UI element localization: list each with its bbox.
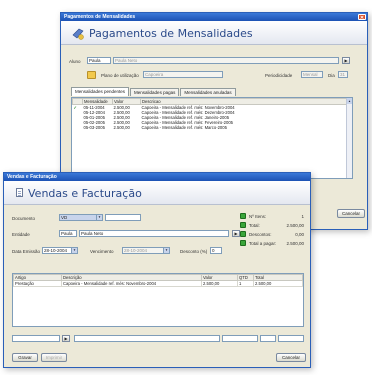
documento-label: Documento [12,216,36,221]
sales-cancel-button[interactable]: Cancelar [276,353,306,362]
entidade-label: Entidade [12,232,30,237]
new-item-total-field[interactable] [278,335,304,342]
payments-titlebar[interactable]: Pagamentos de Mensalidades ✕ [61,13,367,21]
check-cell [73,125,83,130]
total-to-pay-icon [240,240,246,246]
table-row[interactable]: Prestação Capoeira - Mensalidade ref. mé… [13,280,303,287]
sales-items-table: Artigo Descrição Valor QTD Total Prestaç… [13,274,303,287]
entidade-name-field[interactable]: Paula Neto [79,230,229,237]
sales-header: Vendas e Facturação [4,181,310,205]
payments-table: Mensalidade Valor Descricao ✓ 05-11-2004… [72,98,352,130]
total-value: 2.500,00 [286,223,304,228]
table-row[interactable]: 05-03-2005 2.500,00 Capoeira - Mensalida… [73,125,352,130]
discounts-label: Descontos: [249,232,272,237]
aluno-label: Aluno [69,59,81,64]
new-item-artigo-field[interactable] [12,335,60,342]
new-item-valor-field[interactable] [222,335,258,342]
periodicidade-field: Mensal [301,71,323,78]
sales-header-title: Vendas e Facturação [28,187,142,200]
vencimento-field: 28-10-2004 ▼ [122,247,170,254]
data-emissao-label: Data Emissão [12,249,41,254]
discounts-value: 0,00 [295,232,304,237]
row-descricao[interactable]: Capoeira - Mensalidade ref. més: Novembr… [61,280,202,287]
payments-header: Pagamentos de Mensalidades [61,21,367,45]
vencimento-label: Vencimento [90,249,114,254]
items-count-value: 1 [301,214,304,219]
documento-number-field[interactable] [105,214,141,221]
chevron-down-icon[interactable]: ▼ [71,248,77,253]
desconto-label: Desconto (%) [180,249,208,254]
payments-header-title: Pagamentos de Mensalidades [89,27,253,40]
chevron-down-icon[interactable]: ▼ [96,215,102,220]
dia-label: Dia [328,73,335,78]
total-to-pay-value: 2.500,00 [286,241,304,246]
payments-cancel-button[interactable]: Cancelar [337,209,365,218]
sales-window-title: Vendas e Facturação [7,174,57,180]
hand-coins-icon [72,28,84,40]
payments-close-button[interactable]: ✕ [358,14,366,21]
row-artigo[interactable]: Prestação [13,280,62,287]
documento-type-value: VD [61,215,68,220]
row-value: 2.500,00 [113,125,130,130]
plano-label: Plano de utilização [101,73,139,78]
chevron-down-icon: ▼ [163,248,169,253]
payments-scrollbar[interactable]: ▲ [346,98,352,178]
discounts-icon [240,231,246,237]
new-item-search-button[interactable]: ▶ [62,335,70,342]
row-date: 05-03-2005 [83,125,105,130]
row-qtd[interactable]: 1 [237,280,254,287]
documento-type-select[interactable]: VD ▼ [59,214,103,221]
items-count-icon [240,213,246,219]
sales-window: Vendas e Facturação Vendas e Facturação … [3,172,311,368]
document-icon [16,188,23,197]
payments-tabs: Mensalidades pendentes Mensalidades paga… [71,87,237,96]
imprimir-button: Imprimir [41,353,67,362]
dia-field: 31 [338,71,348,78]
tab-paid[interactable]: Mensalidades pagas [130,88,180,96]
new-item-descricao-field[interactable] [74,335,220,342]
total-label: Total: [249,223,260,228]
tab-cancelled[interactable]: Mensalidades anuladas [180,88,236,96]
total-icon [240,222,246,228]
sales-items-grid: Artigo Descrição Valor QTD Total Prestaç… [12,273,304,327]
total-to-pay-label: Total a pagar: [249,241,277,246]
sales-titlebar[interactable]: Vendas e Facturação [4,173,310,181]
entidade-search-button[interactable]: ▶ [232,230,240,237]
entidade-code-field[interactable]: Paula [59,230,77,237]
aluno-name-field: Paula Neto [113,57,339,64]
data-emissao-value: 28-10-2004 [44,248,68,253]
desconto-field[interactable]: 0 [210,247,222,254]
aluno-code-field[interactable]: Paula [87,57,111,64]
payments-grid: Mensalidade Valor Descricao ✓ 05-11-2004… [71,97,353,179]
folder-icon [87,71,96,79]
row-valor[interactable]: 2.500,00 [201,280,238,287]
aluno-search-button[interactable]: ▶ [342,57,350,64]
vencimento-value: 28-10-2004 [124,248,148,253]
payments-window-title: Pagamentos de Mensalidades [64,14,136,20]
new-item-qtd-field[interactable] [260,335,276,342]
gravar-button[interactable]: Gravar [12,353,38,362]
items-count-label: Nº Itens: [249,214,267,219]
plano-field: Capoeira [143,71,223,78]
row-total[interactable]: 2.500,00 [253,280,303,287]
row-description: Capoeira - Mensalidade ref. més: Marco-2… [141,125,227,130]
tab-pending[interactable]: Mensalidades pendentes [71,87,130,96]
periodicidade-label: Periodicidade [265,73,293,78]
scroll-up-icon[interactable]: ▲ [347,98,352,104]
data-emissao-field[interactable]: 28-10-2004 ▼ [42,247,78,254]
